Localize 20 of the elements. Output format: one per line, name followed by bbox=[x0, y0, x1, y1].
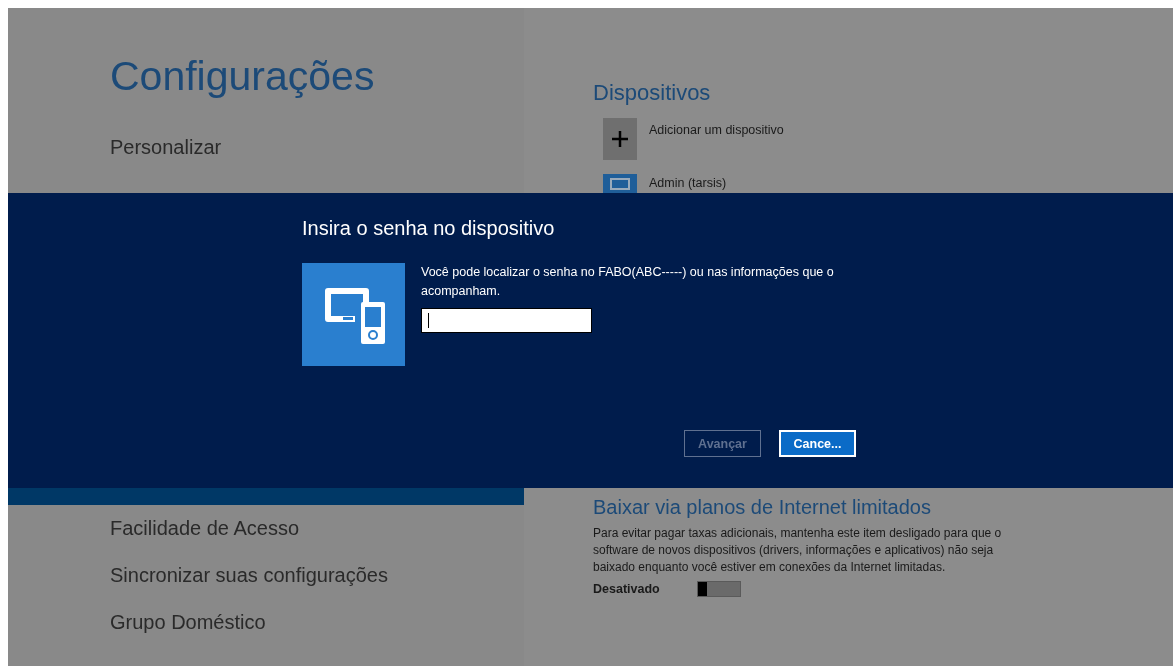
dialog-message: Você pode localizar o senha no FABO(ABC-----) ou nas informações que o acompanham. bbox=[421, 264, 835, 300]
description-text: Para evitar pagar taxas adicionais, mantenha este item desligado para que o software de novos dispositivos (drivers, informações e aplicativos) não seja baixado enquanto você estiver em conexões da Internet limitadas. bbox=[593, 525, 1003, 576]
devices-heading: Dispositivos bbox=[593, 79, 712, 107]
dialog-button[interactable]: Cance... bbox=[779, 430, 856, 457]
text-cursor bbox=[428, 313, 429, 328]
monitor-icon bbox=[610, 178, 630, 190]
device-label[interactable]: Adicionar um dispositivo bbox=[649, 118, 784, 170]
section-heading: Baixar via planos de Internet limitados bbox=[593, 495, 932, 519]
plus-icon bbox=[611, 130, 629, 148]
toggle-thumb[interactable] bbox=[698, 582, 707, 596]
settings-item[interactable]: Sincronizar suas configurações bbox=[8, 552, 524, 599]
settings-item[interactable]: Grupo Doméstico bbox=[8, 599, 524, 646]
toggle-label: Desativado bbox=[593, 582, 661, 596]
settings-item[interactable]: Facilidade de Acesso bbox=[8, 505, 524, 552]
toggle-switch[interactable] bbox=[697, 581, 741, 597]
password-field[interactable] bbox=[421, 308, 592, 333]
settings-item[interactable]: Personalizar bbox=[8, 124, 524, 171]
dialog-title: Insira o senha no dispositivo bbox=[302, 216, 556, 241]
settings-title: Configurações bbox=[109, 52, 376, 101]
devices-icon bbox=[322, 285, 385, 344]
